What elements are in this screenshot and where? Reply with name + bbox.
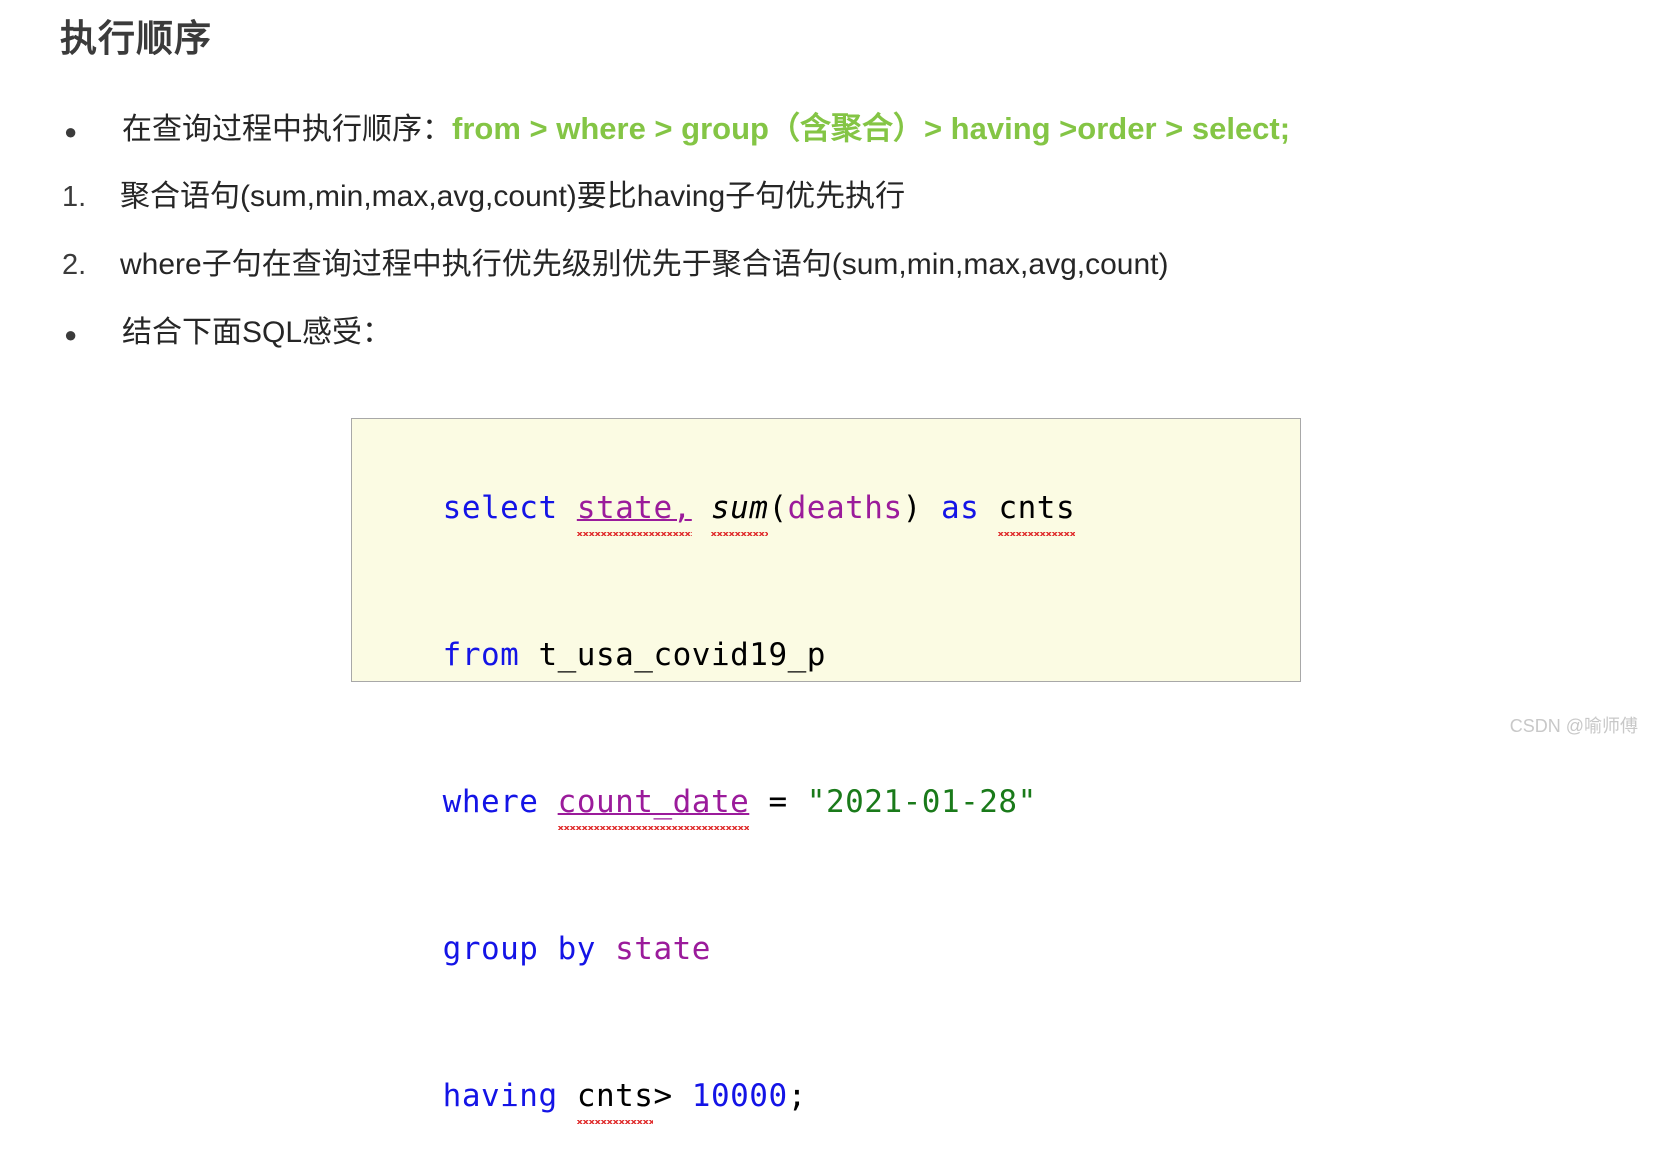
content-list: ● 在查询过程中执行顺序：from > where > group（含聚合）> … xyxy=(60,111,1620,384)
code-line: where count_date = "2021-01-28" xyxy=(366,729,1300,876)
code-token-alias: cnts xyxy=(576,1072,654,1124)
list-item-text: 聚合语句(sum,min,max,avg,count)要比having子句优先执… xyxy=(120,180,906,213)
list-item-text-plain: 在查询过程中执行顺序： xyxy=(122,113,452,146)
list-item-text: 结合下面SQL感受： xyxy=(122,316,393,349)
code-token-identifier: deaths xyxy=(787,490,903,526)
code-token-punctuation: ) xyxy=(902,490,922,526)
list-item: 2. where子句在查询过程中执行优先级别优先于聚合语句(sum,min,ma… xyxy=(60,248,1620,316)
code-token-operator: > xyxy=(653,1078,692,1114)
code-token-punctuation: ( xyxy=(768,490,788,526)
code-token-punctuation: ; xyxy=(787,1078,807,1114)
code-token-alias: cnts xyxy=(998,484,1075,536)
list-item-text: where子句在查询过程中执行优先级别优先于聚合语句(sum,min,max,a… xyxy=(120,248,1169,281)
list-item: ● 结合下面SQL感受： xyxy=(60,316,1620,384)
code-token-keyword: from xyxy=(442,637,520,673)
code-token-identifier: state xyxy=(615,931,711,967)
code-token-identifier: state, xyxy=(576,484,692,536)
list-number-marker: 2. xyxy=(62,249,87,281)
code-token-number: 10000 xyxy=(691,1078,788,1114)
bullet-marker-icon: ● xyxy=(64,322,78,347)
code-line: having cnts> 10000; xyxy=(366,1023,1300,1170)
code-token-identifier: count_date xyxy=(557,778,750,830)
code-token-operator: = xyxy=(749,784,807,820)
list-number-marker: 1. xyxy=(62,181,87,213)
code-token-keyword: as xyxy=(940,490,980,526)
list-item-text: 在查询过程中执行顺序：from > where > group（含聚合）> ha… xyxy=(122,111,1291,146)
code-line: select state, sum(deaths) as cnts xyxy=(366,435,1300,582)
code-token-keyword: select xyxy=(442,490,558,526)
list-item: 1. 聚合语句(sum,min,max,avg,count)要比having子句… xyxy=(60,180,1620,248)
code-token-keyword: having xyxy=(442,1078,558,1114)
list-item: ● 在查询过程中执行顺序：from > where > group（含聚合）> … xyxy=(60,111,1620,180)
sql-code-block: select state, sum(deaths) as cnts from t… xyxy=(351,418,1301,1124)
watermark: CSDN @喻师傅 xyxy=(1509,716,1638,736)
list-item-text-highlight: from > where > group（含聚合）> having >order… xyxy=(452,111,1291,146)
code-token-keyword: where xyxy=(442,784,539,820)
code-token-table-name: t_usa_covid19_p xyxy=(538,637,826,673)
code-token-keyword: group by xyxy=(442,931,596,967)
code-line: from t_usa_covid19_p xyxy=(366,582,1300,729)
page-title: 执行顺序 xyxy=(60,18,212,59)
code-token-function: sum xyxy=(710,484,769,536)
code-token-string: "2021-01-28" xyxy=(806,784,1037,820)
code-line: group by state xyxy=(366,876,1300,1023)
bullet-marker-icon: ● xyxy=(64,119,78,144)
